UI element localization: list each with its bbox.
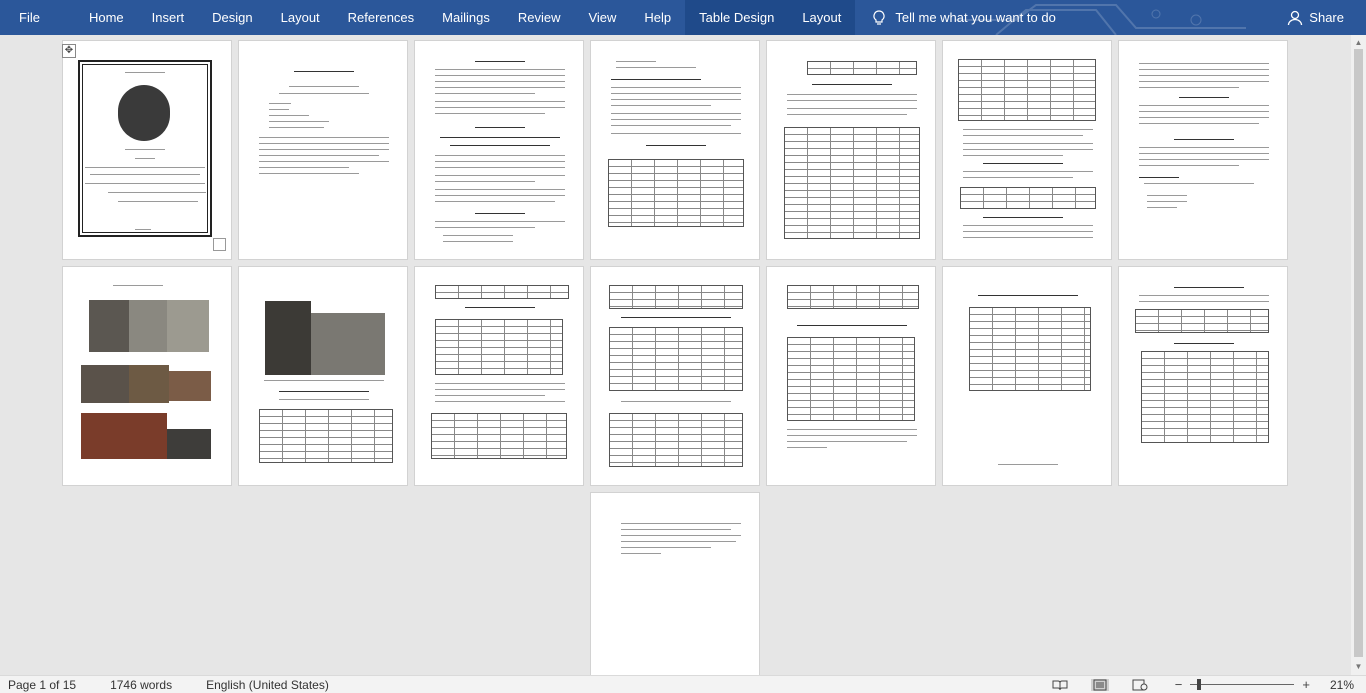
page-thumbnail[interactable]: [238, 40, 408, 260]
tab-references[interactable]: References: [334, 0, 428, 35]
share-label: Share: [1309, 10, 1344, 25]
page-thumbnail[interactable]: [1118, 40, 1288, 260]
ribbon: File Home Insert Design Layout Reference…: [0, 0, 1366, 35]
page-thumbnail[interactable]: [62, 40, 232, 260]
scrollbar-thumb[interactable]: [1354, 49, 1363, 657]
print-layout-icon[interactable]: [1090, 678, 1109, 691]
lightbulb-icon: [873, 9, 885, 25]
page-count[interactable]: Page 1 of 15: [0, 678, 76, 692]
share-button[interactable]: Share: [1287, 10, 1366, 26]
page-thumbnail[interactable]: [766, 266, 936, 486]
tab-home[interactable]: Home: [75, 0, 138, 35]
tab-design[interactable]: Design: [198, 0, 266, 35]
tab-file[interactable]: File: [0, 0, 59, 35]
status-bar: Page 1 of 15 1746 words English (United …: [0, 675, 1366, 693]
page-thumbnail[interactable]: [590, 266, 760, 486]
tab-table-layout[interactable]: Layout: [788, 0, 856, 35]
tell-me-label: Tell me what you want to do: [895, 10, 1056, 25]
tab-help[interactable]: Help: [630, 0, 685, 35]
page-thumbnail[interactable]: [1118, 266, 1288, 486]
tab-layout[interactable]: Layout: [267, 0, 334, 35]
page-thumbnail[interactable]: [590, 492, 760, 675]
language-indicator[interactable]: English (United States): [198, 678, 329, 692]
zoom-level[interactable]: 21%: [1330, 678, 1354, 692]
zoom-slider[interactable]: − +: [1171, 677, 1314, 692]
web-layout-icon[interactable]: [1131, 679, 1149, 691]
tell-me-search[interactable]: Tell me what you want to do: [873, 9, 1056, 26]
vertical-scrollbar[interactable]: ▲ ▼: [1351, 35, 1366, 675]
document-canvas[interactable]: ✥: [0, 35, 1351, 675]
page-thumbnail[interactable]: [942, 40, 1112, 260]
person-icon: [1288, 10, 1303, 25]
tab-table-design[interactable]: Table Design: [685, 0, 789, 35]
tab-view[interactable]: View: [574, 0, 630, 35]
read-mode-icon[interactable]: [1051, 679, 1069, 691]
zoom-in-icon[interactable]: +: [1298, 677, 1314, 692]
page-thumbnail[interactable]: [238, 266, 408, 486]
table-move-handle-icon[interactable]: ✥: [62, 44, 76, 58]
scroll-up-icon[interactable]: ▲: [1354, 38, 1363, 47]
page-thumbnail[interactable]: [62, 266, 232, 486]
page-thumbnail[interactable]: [942, 266, 1112, 486]
page-thumbnail[interactable]: [414, 266, 584, 486]
tab-mailings[interactable]: Mailings: [428, 0, 504, 35]
tab-review[interactable]: Review: [504, 0, 575, 35]
zoom-knob[interactable]: [1196, 679, 1201, 690]
page-thumbnail[interactable]: [766, 40, 936, 260]
zoom-track[interactable]: [1190, 679, 1295, 690]
page-thumbnail[interactable]: [414, 40, 584, 260]
word-count[interactable]: 1746 words: [102, 678, 172, 692]
page-thumbnail[interactable]: [590, 40, 760, 260]
scroll-down-icon[interactable]: ▼: [1354, 662, 1363, 671]
zoom-out-icon[interactable]: −: [1171, 677, 1187, 692]
tab-insert[interactable]: Insert: [138, 0, 199, 35]
